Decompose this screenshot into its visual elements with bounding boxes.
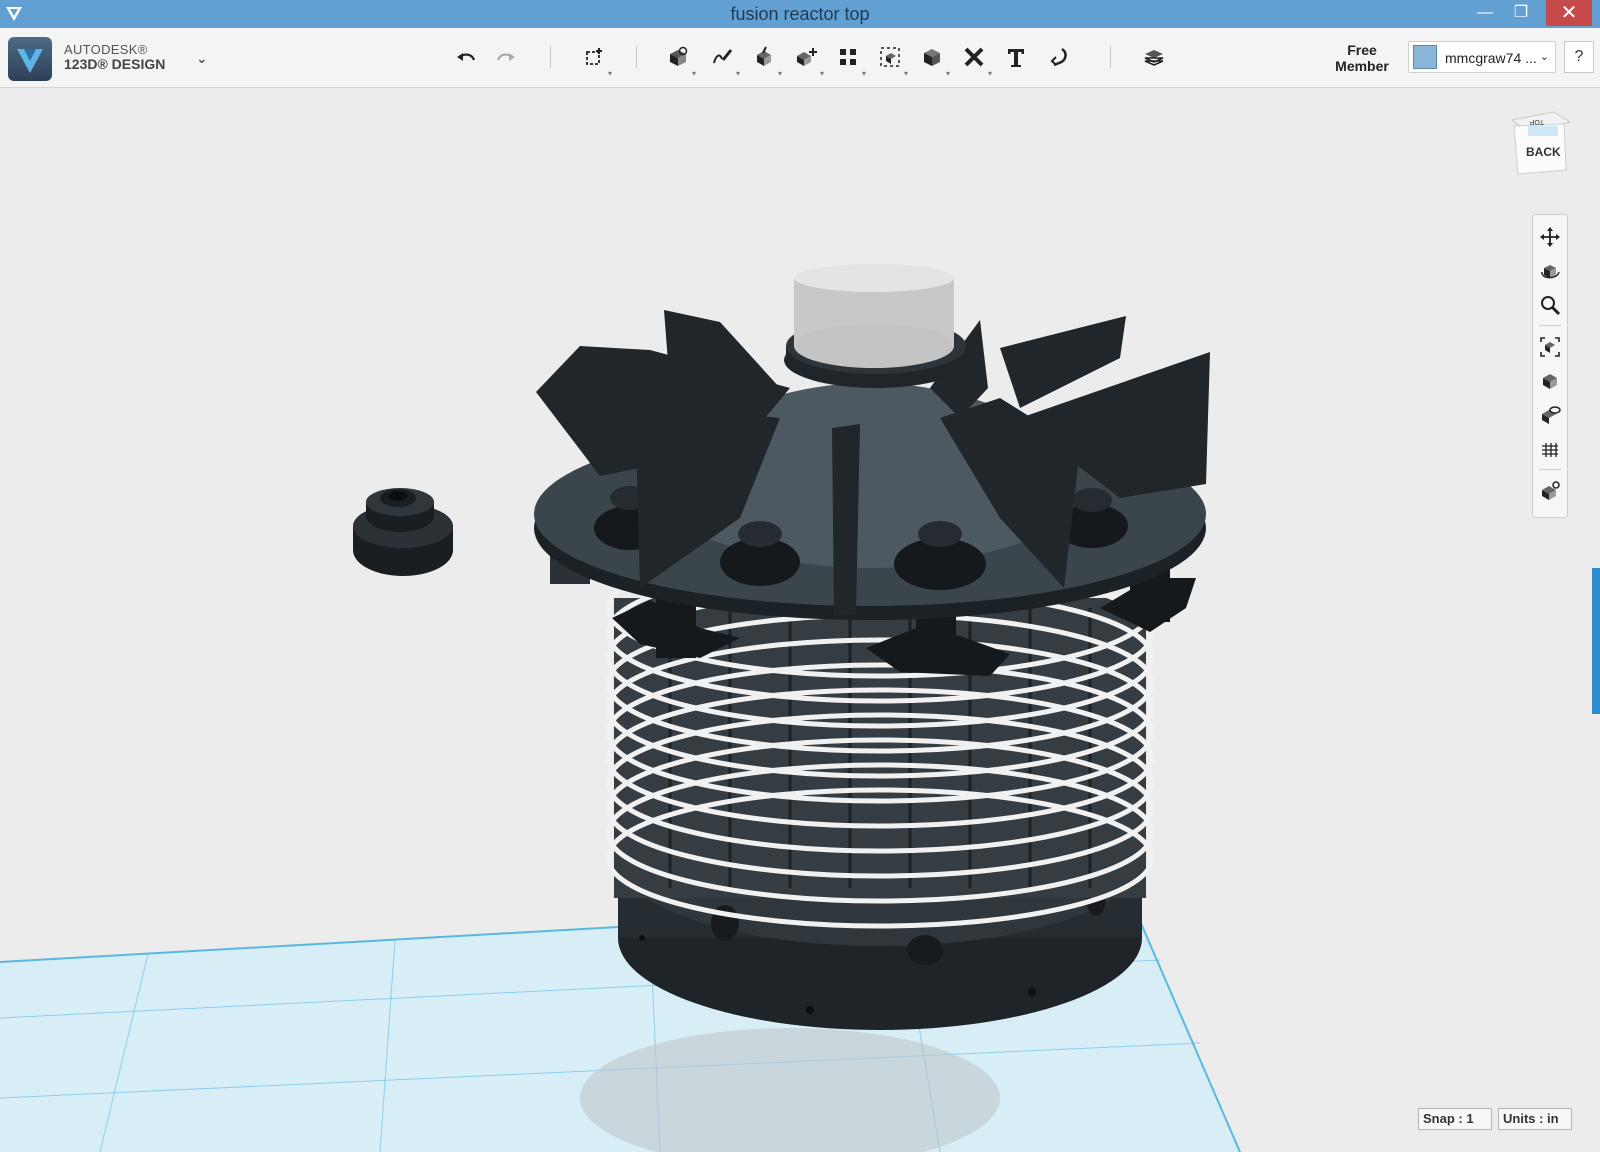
orbit-icon [1541,265,1560,279]
app-menu-logo[interactable] [8,37,52,81]
title-bar: fusion reactor top — ❐ ✕ [0,0,1600,28]
membership-line2: Member [1335,58,1389,74]
construct-button[interactable]: ▾ [748,42,782,78]
undo-button[interactable] [450,42,482,72]
grouping-button[interactable]: ▾ [874,42,908,78]
view-mode-icon [1543,374,1557,389]
toolbar-separator [550,46,551,68]
toolbar-separator [1110,46,1111,68]
view-cube-top-label: TOP [1529,118,1544,125]
redo-icon [496,53,515,61]
brand-name: AUTODESK® 123D® DESIGN [64,42,165,72]
avatar [1413,45,1437,69]
sketch-icon [713,49,733,64]
units-indicator[interactable]: Units : in [1498,1108,1572,1130]
pattern-icon [840,49,856,65]
brand-line1: AUTODESK® [64,42,148,57]
window-title: fusion reactor top [730,4,870,24]
toolbar-separator [636,46,637,68]
view-cube[interactable]: TOP BACK [1510,110,1572,184]
snap-indicator[interactable]: Snap : 1 [1418,1108,1492,1130]
modify-button[interactable]: ▾ [790,42,824,78]
undo-icon [457,53,476,61]
transform-icon [586,48,602,65]
zoom-icon [1541,296,1561,316]
materials-button[interactable] [1138,42,1170,72]
combine-button[interactable]: ▾ [916,42,950,78]
scene-canvas[interactable] [0,88,1600,1152]
visibility-icon [1542,406,1561,424]
help-button[interactable]: ? [1564,41,1594,73]
grid-button[interactable] [1538,437,1562,461]
materials-view-button[interactable] [1538,479,1562,503]
measure-button[interactable]: ▾ [958,42,992,78]
measure-icon [964,47,984,67]
materials-view-icon [1542,481,1560,500]
logo-icon [17,49,43,73]
visibility-button[interactable] [1538,403,1562,427]
transform-button[interactable]: ▾ [578,42,612,78]
close-button[interactable]: ✕ [1546,0,1592,26]
modify-icon [797,48,817,66]
view-cube-back-label: BACK [1526,145,1561,159]
chevron-down-icon: ⌄ [1539,51,1549,63]
fit-icon [1540,337,1560,357]
membership-status: Free Member [1326,42,1398,74]
chevron-down-icon[interactable]: ⌄ [196,50,208,67]
top-cylinder [784,264,968,388]
pan-icon [1540,227,1560,247]
main-toolbar: AUTODESK® 123D® DESIGN ⌄ ▾ ▾ ▾ ▾ ▾ ▾ ▾ ▾ [0,28,1600,88]
pattern-button[interactable]: ▾ [832,42,866,78]
snap-icon [1050,47,1067,67]
user-account-dropdown[interactable]: mmcgraw74 ... ⌄ [1408,41,1556,73]
pan-button[interactable] [1538,225,1562,249]
maximize-button[interactable]: ❐ [1500,0,1542,26]
navigation-bar [1532,214,1568,518]
brand-line2: 123D® DESIGN [64,56,166,72]
primitives-icon [670,46,688,66]
loose-part [353,488,453,576]
sketch-button[interactable]: ▾ [706,42,740,78]
orbit-button[interactable] [1538,259,1562,283]
materials-icon [1144,50,1164,66]
text-icon [1008,49,1024,67]
username: mmcgraw74 ... [1445,50,1537,66]
primitives-button[interactable]: ▾ [662,42,696,78]
nav-separator [1539,325,1561,326]
3d-viewport[interactable]: TOP BACK Snap : 1 Units : in [0,88,1600,1152]
fit-button[interactable] [1538,335,1562,359]
text-button[interactable] [1000,42,1032,72]
grouping-icon [880,47,900,67]
snap-button[interactable] [1042,42,1074,72]
membership-line1: Free [1347,42,1377,58]
side-panel-tab[interactable] [1592,568,1600,714]
construct-icon [757,46,771,66]
combine-icon [924,49,940,66]
nav-separator [1539,469,1561,470]
redo-button[interactable] [490,42,522,72]
zoom-button[interactable] [1538,293,1562,317]
grid-icon [1542,443,1558,457]
view-mode-button[interactable] [1538,369,1562,393]
